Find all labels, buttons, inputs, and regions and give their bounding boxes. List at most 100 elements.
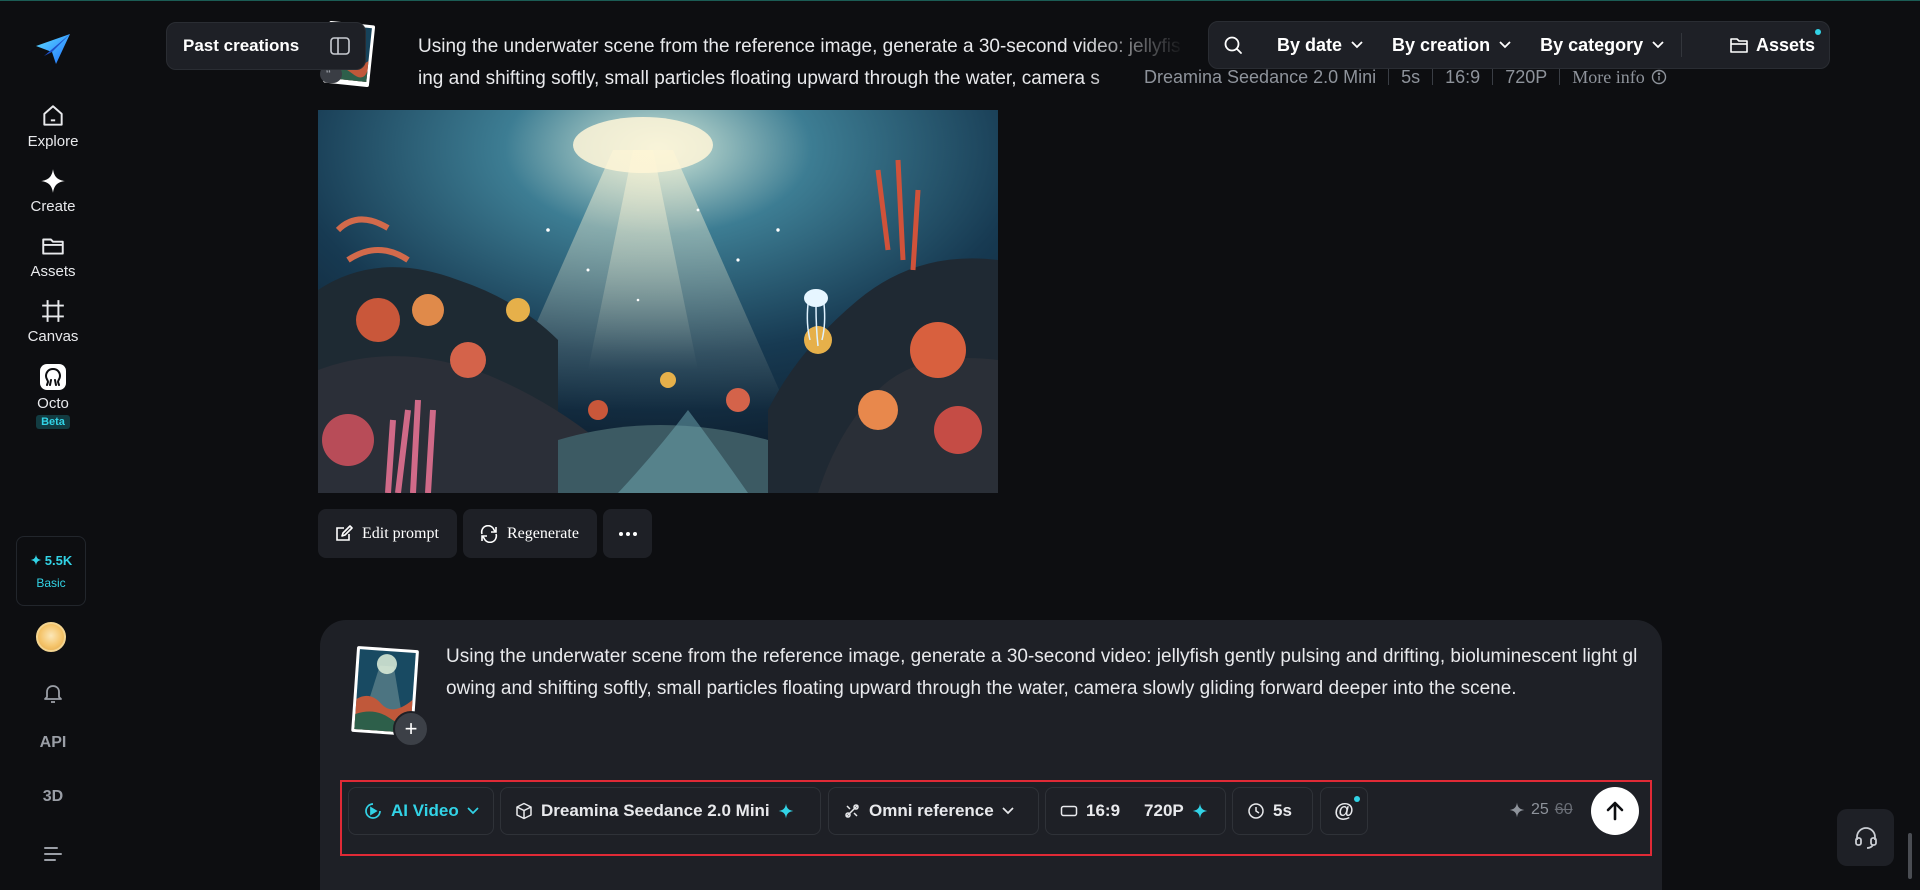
support-button[interactable] xyxy=(1837,809,1894,866)
sidebar-item-label: Octo xyxy=(37,395,69,412)
sidebar-item-canvas[interactable]: Canvas xyxy=(27,298,79,345)
generation-cost: 25 60 xyxy=(1509,801,1573,819)
chevron-down-icon xyxy=(1002,807,1014,815)
headset-icon xyxy=(1854,826,1877,849)
more-info-link[interactable]: More info xyxy=(1572,67,1666,88)
underwater-scene-image xyxy=(318,110,998,493)
mention-button[interactable]: @ xyxy=(1320,787,1368,835)
folder-icon xyxy=(42,238,64,255)
search-icon xyxy=(1224,36,1242,54)
credits-value: 5.5K xyxy=(44,552,73,568)
filter-divider xyxy=(1681,33,1683,57)
sidebar-item-octo[interactable]: Octo Beta xyxy=(36,363,70,429)
sidebar-item-label: Explore xyxy=(27,133,79,150)
clock-icon xyxy=(1248,803,1264,819)
3d-button[interactable]: 3D xyxy=(0,788,106,806)
sidebar-item-label: Assets xyxy=(30,263,76,280)
canvas-icon xyxy=(42,300,64,322)
more-options-button[interactable] xyxy=(603,509,652,558)
model-label: Dreamina Seedance 2.0 Mini xyxy=(541,801,770,820)
filter-by-creation[interactable]: By creation xyxy=(1392,35,1512,56)
more-horizontal-icon xyxy=(618,531,637,536)
chevron-down-icon xyxy=(1351,41,1363,49)
meta-divider xyxy=(1432,69,1434,85)
meta-divider xyxy=(1559,69,1561,85)
aspect-ratio-icon xyxy=(1060,805,1078,817)
mention-label: @ xyxy=(1334,799,1354,822)
notification-dot xyxy=(1353,795,1360,802)
menu-button[interactable] xyxy=(0,844,106,864)
duration-label: 5s xyxy=(1273,801,1292,820)
credit-sparkle-icon xyxy=(1509,802,1525,818)
sparkle-icon xyxy=(1192,803,1208,819)
ratio-label: 16:9 xyxy=(1086,801,1121,820)
meta-model: Dreamina Seedance 2.0 Mini xyxy=(1144,66,1377,87)
regenerate-button[interactable]: Regenerate xyxy=(463,509,597,558)
bell-icon xyxy=(44,685,62,703)
notification-dot xyxy=(1815,28,1821,35)
home-icon xyxy=(43,105,63,126)
generated-image[interactable] xyxy=(318,110,998,493)
notifications-button[interactable] xyxy=(0,681,106,705)
meta-divider xyxy=(1492,69,1494,85)
info-icon xyxy=(1651,69,1666,85)
cost-current: 25 xyxy=(1531,801,1549,818)
search-button[interactable] xyxy=(1223,35,1243,55)
api-button[interactable]: API xyxy=(0,734,106,752)
regenerate-icon xyxy=(480,524,498,543)
menu-icon xyxy=(44,847,62,861)
sidebar: Explore Create Assets Canvas Octo Beta 5… xyxy=(0,1,106,890)
mode-selector[interactable]: AI Video xyxy=(348,787,494,835)
sparkle-icon xyxy=(778,803,793,819)
model-selector[interactable]: Dreamina Seedance 2.0 Mini xyxy=(500,787,821,835)
filter-by-category[interactable]: By category xyxy=(1540,35,1665,56)
sidebar-item-create[interactable]: Create xyxy=(30,168,76,215)
meta-ratio: 16:9 xyxy=(1445,66,1481,87)
filter-label: By date xyxy=(1277,34,1343,55)
filter-by-date[interactable]: By date xyxy=(1277,35,1364,56)
omni-reference-icon xyxy=(845,804,859,818)
credits-balance: 5.5K xyxy=(30,553,72,568)
sidebar-item-label: Canvas xyxy=(27,328,79,345)
duration-selector[interactable]: 5s xyxy=(1232,787,1313,835)
filter-label: By creation xyxy=(1392,34,1491,55)
chevron-down-icon xyxy=(467,807,479,815)
edit-prompt-button[interactable]: Edit prompt xyxy=(318,509,457,558)
filter-bar: By date By creation By category Assets xyxy=(1208,21,1830,69)
past-creations-button[interactable]: Past creations xyxy=(166,22,366,70)
credit-sparkle-icon xyxy=(30,554,42,566)
chevron-down-icon xyxy=(1652,41,1664,49)
app-logo[interactable] xyxy=(33,29,73,69)
avatar[interactable] xyxy=(36,622,66,652)
beta-badge: Beta xyxy=(36,415,70,429)
assets-label: Assets xyxy=(1755,34,1815,55)
at-icon: @ xyxy=(1334,795,1360,823)
add-reference-button[interactable]: + xyxy=(393,711,429,747)
regenerate-label: Regenerate xyxy=(507,524,579,542)
filter-label: By category xyxy=(1540,34,1644,55)
generate-button[interactable] xyxy=(1591,787,1639,835)
video-play-icon xyxy=(365,803,381,819)
sidebar-item-assets[interactable]: Assets xyxy=(30,233,76,280)
resolution-label: 720P xyxy=(1144,801,1184,820)
prompt-textarea[interactable]: Using the underwater scene from the refe… xyxy=(446,641,1641,705)
meta-resolution: 720P xyxy=(1505,66,1548,87)
plan-tier: Basic xyxy=(36,575,66,590)
scrollbar-thumb[interactable] xyxy=(1908,833,1912,879)
cube-icon xyxy=(516,802,532,820)
credits-widget[interactable]: 5.5K Basic xyxy=(16,536,86,606)
assets-button[interactable]: Assets xyxy=(1730,28,1821,56)
meta-duration: 5s xyxy=(1401,66,1421,87)
folder-icon xyxy=(1730,38,1748,53)
octo-icon xyxy=(40,364,66,390)
api-label: API xyxy=(39,734,67,751)
sparkle-icon xyxy=(41,169,65,193)
sidebar-item-explore[interactable]: Explore xyxy=(27,103,79,150)
reference-mode-selector[interactable]: Omni reference xyxy=(828,787,1039,835)
ratio-resolution-selector[interactable]: 16:9 720P xyxy=(1045,787,1226,835)
sidebar-toggle-icon xyxy=(330,37,350,55)
cost-original: 60 xyxy=(1554,801,1573,818)
edit-prompt-label: Edit prompt xyxy=(362,524,439,542)
more-info-label: More info xyxy=(1572,66,1645,87)
arrow-up-icon xyxy=(1606,801,1624,821)
